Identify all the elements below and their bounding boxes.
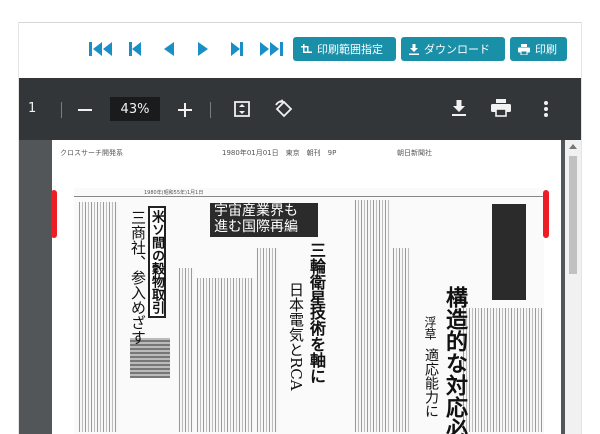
left-page-marker bbox=[51, 190, 57, 238]
headline-main-1: 宇宙産業界も bbox=[214, 203, 298, 219]
first-page-button[interactable] bbox=[84, 36, 118, 62]
more-options-button[interactable] bbox=[540, 100, 552, 118]
skip-previous-icon bbox=[129, 42, 141, 56]
pdf-viewer: 1 43% クロスサーチ開発系 1980年01月01日 東京 朝刊 9P 朝日新… bbox=[19, 78, 581, 434]
headline-technology: 技術を軸に bbox=[307, 304, 326, 384]
minus-icon bbox=[78, 109, 92, 111]
viewer-print-button[interactable] bbox=[491, 99, 511, 117]
more-icon bbox=[544, 101, 548, 117]
document-page: クロスサーチ開発系 1980年01月01日 東京 朝刊 9P 朝日新聞社 198… bbox=[52, 140, 561, 434]
first-page-icon bbox=[89, 42, 112, 56]
paper-date-line: 1980年(昭和55年)1月1日 bbox=[144, 190, 204, 196]
frame-top-border bbox=[18, 22, 582, 23]
doc-publisher: 朝日新聞社 bbox=[397, 149, 432, 157]
zoom-in-button[interactable] bbox=[177, 102, 193, 118]
text-column bbox=[256, 248, 278, 432]
headline-main-2: 進む国際再編 bbox=[214, 219, 298, 235]
scroll-thumb[interactable] bbox=[569, 156, 577, 274]
text-column bbox=[354, 200, 390, 432]
paper-rule bbox=[74, 196, 544, 197]
text-column bbox=[462, 308, 544, 432]
prev-section-button[interactable] bbox=[118, 36, 152, 62]
printer-icon bbox=[518, 43, 530, 55]
toolbar-divider bbox=[210, 102, 211, 118]
fit-page-button[interactable] bbox=[233, 100, 251, 118]
download-button[interactable]: ダウンロード bbox=[401, 37, 505, 61]
download-icon bbox=[409, 43, 419, 55]
doc-date: 1980年01月01日 東京 朝刊 9P bbox=[222, 149, 337, 157]
headline-trading: 三商社、参入めざす bbox=[129, 210, 147, 345]
last-page-button[interactable] bbox=[254, 36, 288, 62]
print-button[interactable]: 印刷 bbox=[510, 37, 567, 61]
newspaper-scan: 1980年(昭和55年)1月1日 宇宙産業界も 進む国際再編 米ソ間の穀物取引 … bbox=[74, 188, 544, 434]
zoom-out-button[interactable] bbox=[77, 102, 93, 118]
page-number[interactable]: 1 bbox=[28, 101, 36, 116]
crop-icon bbox=[301, 43, 312, 53]
zoom-level[interactable]: 43% bbox=[110, 97, 160, 121]
print-label: 印刷 bbox=[535, 43, 557, 56]
right-page-marker bbox=[543, 190, 549, 238]
next-section-button[interactable] bbox=[220, 36, 254, 62]
print-icon bbox=[491, 99, 511, 117]
print-range-button[interactable]: 印刷範囲指定 bbox=[293, 37, 396, 61]
headline-adapt: 適応能力に bbox=[423, 348, 439, 418]
arrow-right-icon bbox=[198, 42, 208, 56]
rotate-button[interactable] bbox=[274, 99, 294, 119]
skip-next-icon bbox=[231, 42, 243, 56]
last-page-icon bbox=[260, 42, 283, 56]
prev-page-button[interactable] bbox=[152, 36, 186, 62]
text-column bbox=[178, 268, 194, 432]
arrow-left-icon bbox=[164, 42, 174, 56]
headline-satellite: 三輪衛星 bbox=[307, 242, 326, 306]
headline-band bbox=[492, 204, 526, 300]
print-range-label: 印刷範囲指定 bbox=[317, 43, 383, 56]
headline-float: 浮草 bbox=[423, 316, 437, 340]
download-label: ダウンロード bbox=[424, 43, 490, 56]
viewer-scrollbar[interactable] bbox=[565, 140, 581, 434]
viewer-download-button[interactable] bbox=[450, 99, 468, 117]
download-icon bbox=[452, 100, 466, 116]
doc-source: クロスサーチ開発系 bbox=[60, 149, 123, 157]
text-column bbox=[78, 202, 118, 432]
rotate-icon bbox=[275, 99, 293, 118]
headline-structure: 構造的な対応必 bbox=[442, 286, 468, 434]
page-navigation bbox=[84, 36, 288, 62]
headline-companies: 日本電気とRCA bbox=[287, 282, 305, 391]
fit-page-icon bbox=[234, 101, 250, 117]
plus-icon bbox=[178, 103, 192, 117]
text-column bbox=[392, 248, 410, 432]
toolbar-divider bbox=[61, 102, 62, 118]
headline-grain: 米ソ間の穀物取引 bbox=[149, 210, 164, 314]
scroll-up-arrow[interactable] bbox=[569, 144, 577, 149]
viewer-toolbar: 1 43% bbox=[19, 78, 581, 140]
next-page-button[interactable] bbox=[186, 36, 220, 62]
text-column bbox=[196, 278, 254, 432]
frame-right-border bbox=[581, 22, 582, 434]
